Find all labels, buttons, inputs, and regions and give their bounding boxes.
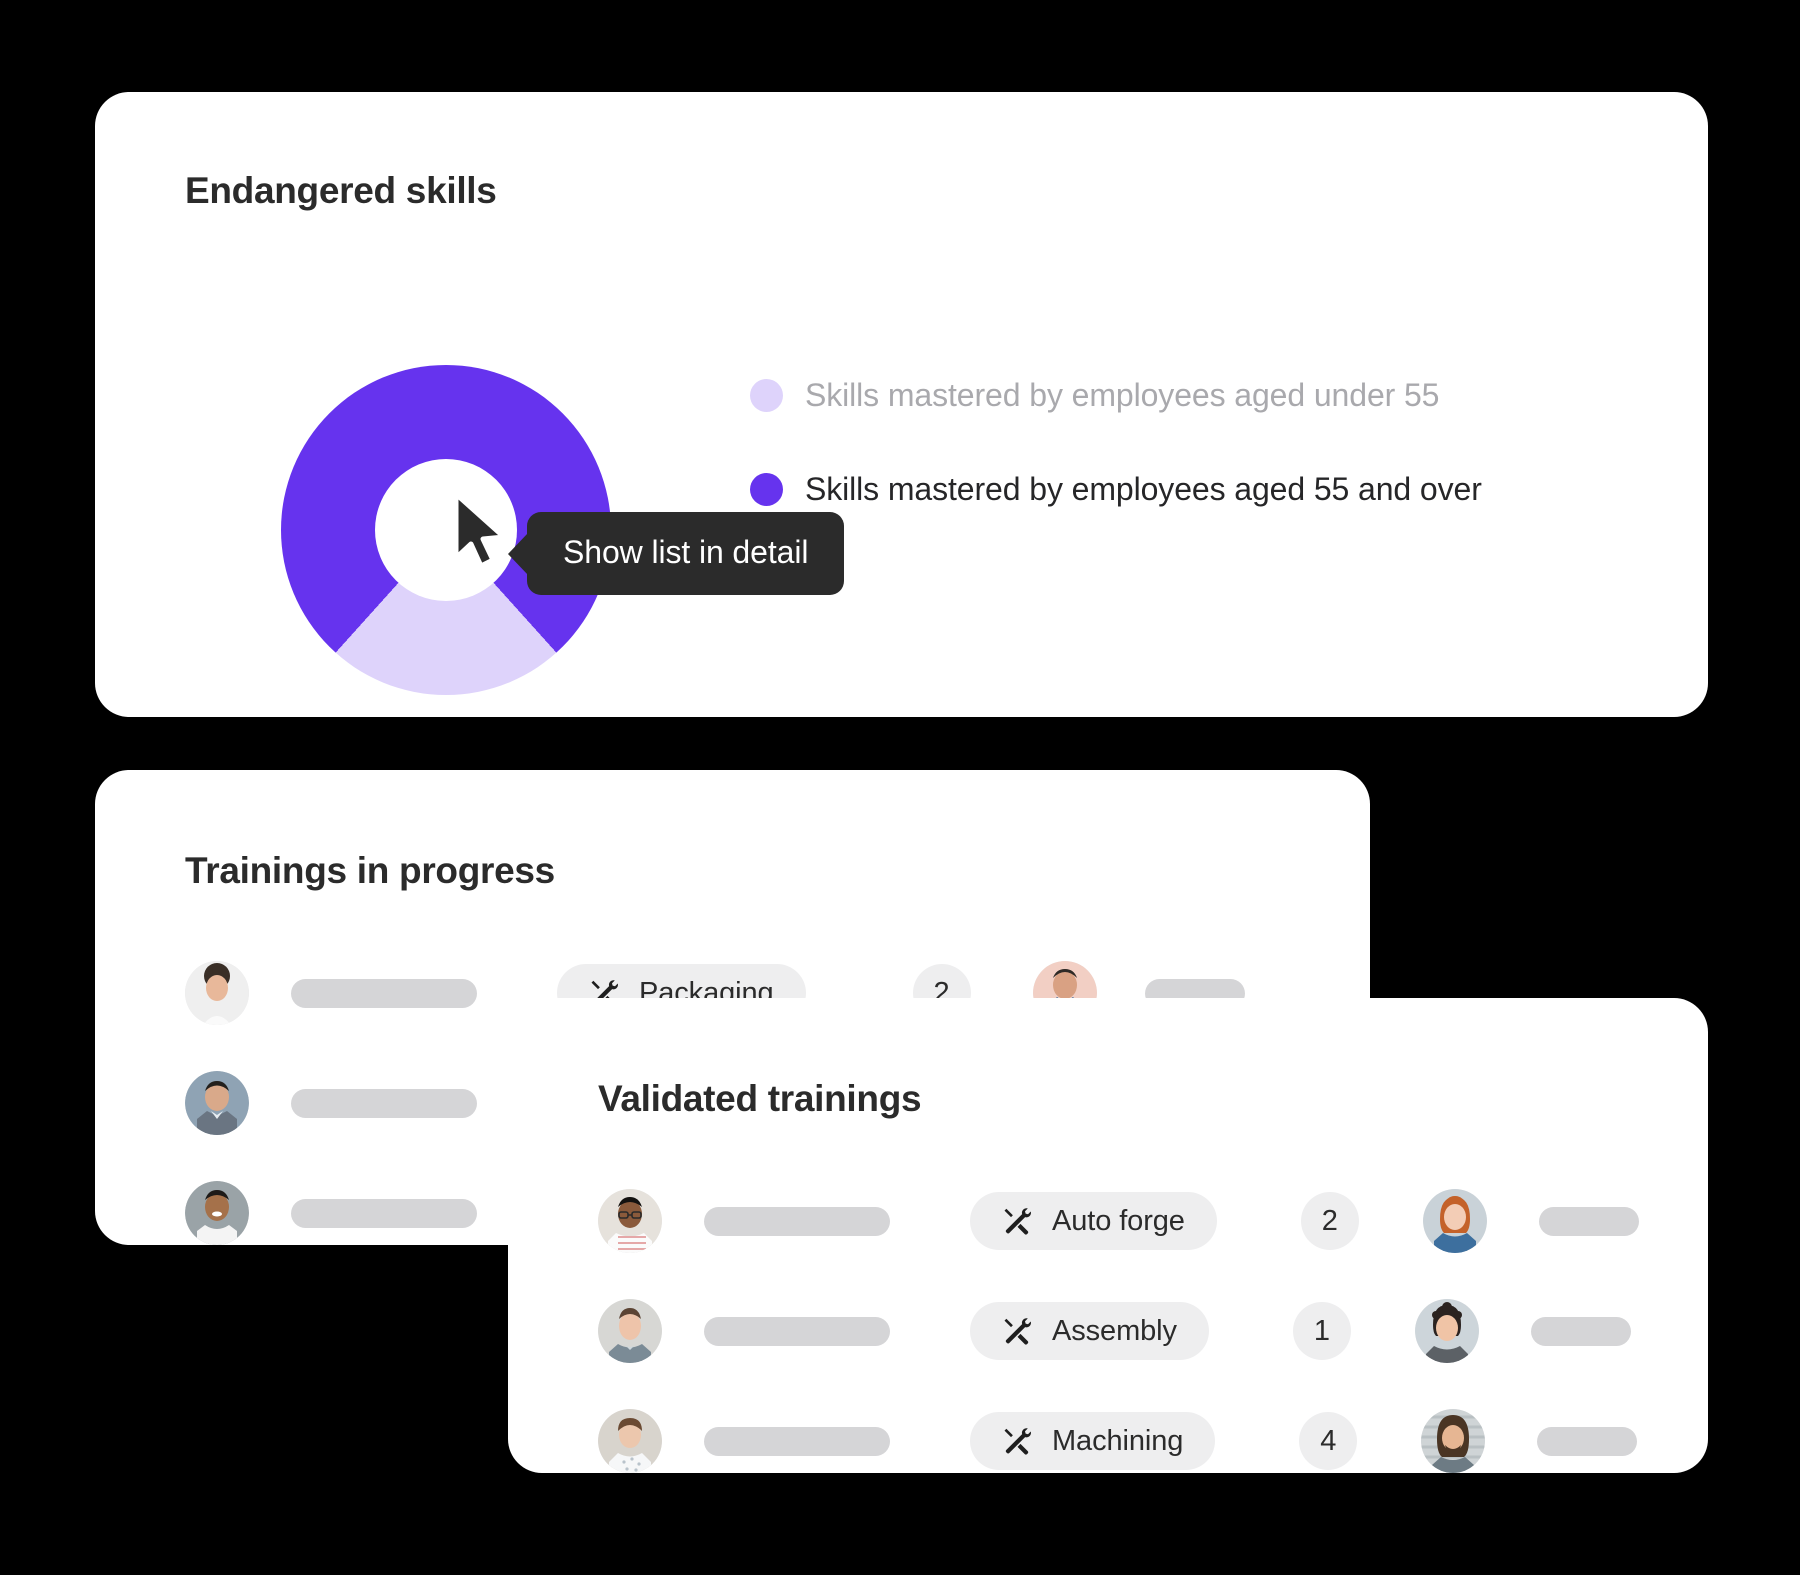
validated-trainings-title: Validated trainings [598, 1078, 922, 1119]
legend-item-under-55[interactable]: Skills mastered by employees aged under … [750, 377, 1680, 414]
skill-chip-label: Auto forge [1052, 1204, 1185, 1237]
validated-trainings-list: Auto forge 2 Assembly 1 Machining 4 [598, 1173, 1708, 1473]
show-list-tooltip[interactable]: Show list in detail [527, 512, 845, 595]
validated-trainings-card: Validated trainings Auto forge 2 Assembl… [508, 998, 1708, 1473]
tools-icon [1004, 1208, 1031, 1235]
avatar [185, 1071, 249, 1135]
mouse-pointer-icon [452, 491, 512, 570]
name-placeholder-bar [291, 978, 477, 1008]
tools-icon [1004, 1318, 1031, 1345]
trainee-count-badge: 1 [1292, 1302, 1351, 1360]
status-placeholder-bar [1538, 1206, 1639, 1236]
legend-color-swatch-icon [750, 473, 783, 506]
name-placeholder-bar [704, 1206, 890, 1236]
skill-chip-label: Assembly [1052, 1314, 1177, 1347]
legend-color-swatch-icon [750, 379, 783, 412]
skill-chip-assembly[interactable]: Assembly [970, 1302, 1209, 1360]
avatar-secondary [1421, 1409, 1486, 1473]
trainings-in-progress-title: Trainings in progress [185, 850, 555, 891]
trainee-count-badge: 4 [1299, 1412, 1358, 1470]
endangered-skills-title: Endangered skills [185, 170, 497, 211]
name-placeholder-bar [704, 1316, 890, 1346]
avatar [185, 1181, 249, 1245]
status-placeholder-bar [1530, 1316, 1631, 1346]
name-placeholder-bar [291, 1088, 477, 1118]
avatar [598, 1189, 662, 1253]
status-placeholder-bar [1537, 1426, 1638, 1456]
tooltip-label: Show list in detail [563, 534, 809, 570]
trainee-count-badge: 2 [1300, 1192, 1359, 1250]
legend-item-label: Skills mastered by employees aged 55 and… [805, 471, 1482, 507]
screenshot-stage: Endangered skills Skills mastered by emp… [0, 0, 1800, 1575]
chart-legend: Skills mastered by employees aged under … [750, 377, 1680, 565]
legend-item-label: Skills mastered by employees aged under … [805, 377, 1440, 413]
avatar-secondary [1422, 1189, 1487, 1253]
table-row[interactable]: Auto forge 2 [598, 1173, 1708, 1269]
table-row[interactable]: Assembly 1 [598, 1283, 1708, 1379]
avatar-secondary [1414, 1299, 1479, 1363]
skill-chip-label: Machining [1052, 1424, 1184, 1457]
table-row[interactable]: Machining 4 [598, 1393, 1708, 1473]
avatar [598, 1409, 662, 1473]
avatar [185, 961, 249, 1025]
legend-item-55-and-over[interactable]: Skills mastered by employees aged 55 and… [750, 471, 1680, 508]
avatar [598, 1299, 662, 1363]
skill-chip-machining[interactable]: Machining [970, 1412, 1216, 1470]
tools-icon [1004, 1428, 1031, 1455]
name-placeholder-bar [291, 1198, 477, 1228]
endangered-skills-card: Endangered skills Skills mastered by emp… [95, 92, 1708, 717]
name-placeholder-bar [704, 1426, 890, 1456]
skill-chip-auto-forge[interactable]: Auto forge [970, 1192, 1217, 1250]
